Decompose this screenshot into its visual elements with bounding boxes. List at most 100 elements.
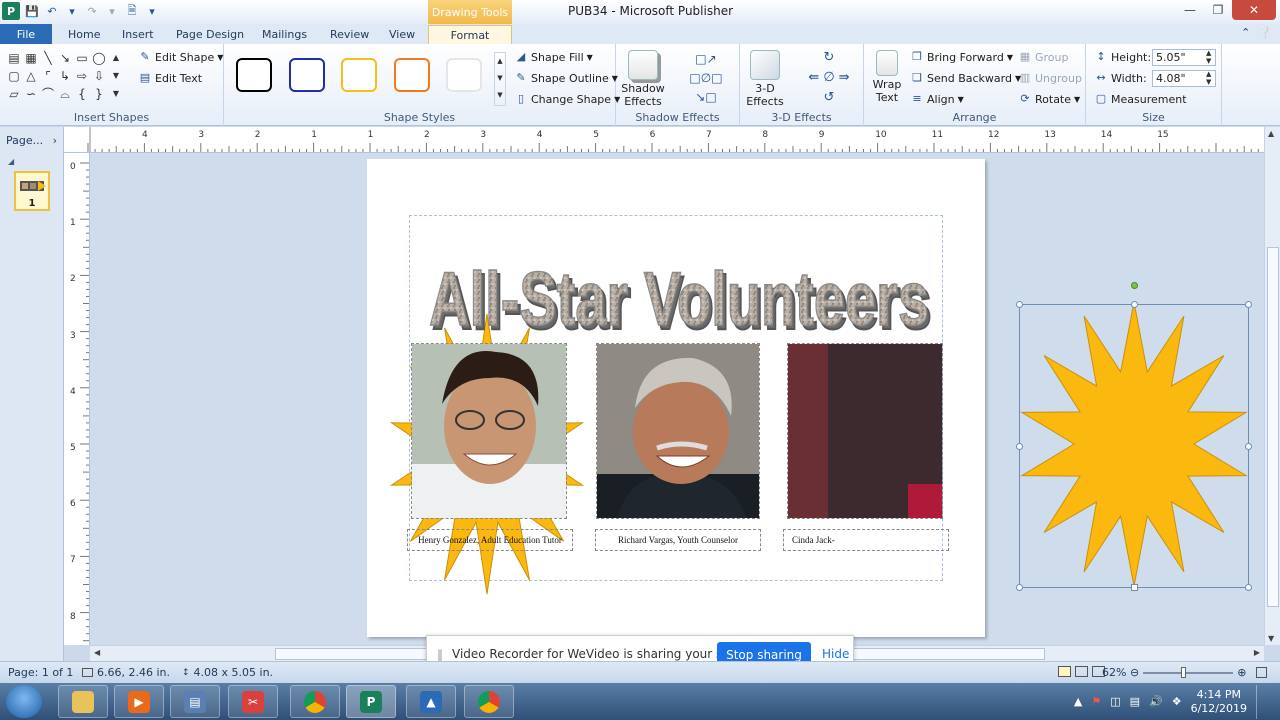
tilt-down-icon[interactable]: ↺ <box>798 88 860 108</box>
volume-icon[interactable]: 🔊 <box>1149 695 1163 708</box>
customize-qat-icon[interactable]: ▾ <box>144 3 160 19</box>
show-hidden-icons-icon[interactable]: ▲ <box>1074 695 1082 708</box>
scroll-down-icon[interactable]: ▼ <box>1268 634 1274 643</box>
undo-dropdown-icon[interactable]: ▾ <box>64 3 80 19</box>
width-spinner-icon[interactable]: ▲ ▼ <box>1206 70 1211 86</box>
line-shape-icon[interactable]: ╲ <box>40 50 56 66</box>
drag-grip-icon[interactable]: ‖ <box>437 648 443 662</box>
arrow-line-shape-icon[interactable]: ↘ <box>57 50 73 66</box>
fit-window-icon[interactable] <box>1256 667 1268 678</box>
send-backward-button[interactable]: ❏ Send Backward ▼ <box>910 71 1021 85</box>
style-swatch-blue[interactable] <box>289 58 325 92</box>
wrap-text-button[interactable]: Wrap Text <box>864 50 910 104</box>
vertical-scrollbar[interactable]: ▲ ▼ <box>1264 127 1280 645</box>
hide-banner-button[interactable]: Hide <box>822 647 849 661</box>
freeform-shape-icon[interactable]: ▱ <box>6 86 22 102</box>
caption-richard[interactable]: Richard Vargas, Youth Counselor <box>595 529 761 551</box>
redo-icon[interactable]: ↷ <box>84 3 100 19</box>
shape-outline-button[interactable]: ✎ Shape Outline ▼ <box>514 71 618 85</box>
nudge-shadow-down-icon[interactable]: ↘□ <box>678 88 734 107</box>
right-brace-shape-icon[interactable]: } <box>91 86 107 102</box>
resize-handle-n[interactable] <box>1131 301 1138 308</box>
tab-insert[interactable]: Insert <box>122 25 154 44</box>
rotate-handle[interactable] <box>1131 282 1138 289</box>
style-swatch-yellow[interactable] <box>341 58 377 92</box>
resize-handle-ne[interactable] <box>1245 301 1252 308</box>
vertical-scroll-thumb[interactable] <box>1267 247 1279 607</box>
tab-mailings[interactable]: Mailings <box>262 25 307 44</box>
zoom-out-icon[interactable]: ⊖ <box>1130 666 1139 679</box>
arc-shape-icon[interactable]: ⌓ <box>57 86 73 102</box>
save-icon[interactable]: 💾 <box>24 3 40 19</box>
taskbar-chrome-2[interactable] <box>464 685 514 718</box>
style-swatch-gray[interactable] <box>446 58 482 92</box>
dropbox-icon[interactable]: ❖ <box>1172 695 1182 708</box>
scroll-right-icon[interactable]: ▶ <box>1254 648 1260 657</box>
minimize-ribbon-icon[interactable]: ⌃ <box>1241 26 1250 39</box>
gallery-up-icon[interactable]: ▲ <box>108 50 124 66</box>
redo-dropdown-icon[interactable]: ▾ <box>104 3 120 19</box>
horizontal-ruler[interactable]: 4 3 2 1 1 2 3 4 5 6 7 8 9 10 11 12 13 14 15 <box>64 127 1264 153</box>
close-button[interactable]: ✕ <box>1232 0 1276 20</box>
undo-icon[interactable]: ↶ <box>44 3 60 19</box>
elbow-arrow-icon[interactable]: ↳ <box>57 68 73 84</box>
publication-page[interactable]: All-Star Volunteers All-Star Volunteers <box>367 159 1252 637</box>
tray-app-icon[interactable]: ◫ <box>1110 695 1120 708</box>
start-button[interactable] <box>6 685 42 718</box>
change-shape-button[interactable]: ▯ Change Shape ▼ <box>514 92 620 106</box>
shadow-effects-button[interactable]: Shadow Effects <box>620 50 666 108</box>
minimize-button[interactable]: — <box>1176 0 1204 20</box>
measurement-button[interactable]: ▢ Measurement <box>1094 92 1187 106</box>
scroll-up-icon[interactable]: ▲ <box>1268 129 1274 138</box>
taskbar-publisher[interactable]: P <box>346 685 396 718</box>
selection-frame[interactable] <box>1016 282 1252 591</box>
page-thumbnail[interactable]: 1 <box>14 171 50 211</box>
triangle-shape-icon[interactable]: △ <box>23 68 39 84</box>
taskbar-snipping-tool[interactable]: ✂ <box>228 685 278 718</box>
document-workspace[interactable]: All-Star Volunteers All-Star Volunteers <box>90 153 1264 645</box>
tab-view[interactable]: View <box>389 25 415 44</box>
wordart-title[interactable]: All-Star Volunteers All-Star Volunteers <box>423 227 935 337</box>
taskbar-app-7[interactable]: ▲ <box>406 685 456 718</box>
resize-handle-sw[interactable] <box>1016 584 1023 591</box>
resize-handle-w[interactable] <box>1016 443 1023 450</box>
style-swatch-orange[interactable] <box>394 58 430 92</box>
shadow-on-off-icon[interactable]: □∅□ <box>678 69 734 88</box>
page-indicator[interactable]: Page: 1 of 1 <box>8 666 73 679</box>
nudge-shadow-up-icon[interactable]: □↗ <box>678 50 734 69</box>
taskbar-chrome-1[interactable] <box>290 685 340 718</box>
edit-text-button[interactable]: ▤ Edit Text <box>138 71 202 85</box>
rectangle-shape-icon[interactable]: ▭ <box>74 50 90 66</box>
rounded-rect-shape-icon[interactable]: ▢ <box>6 68 22 84</box>
caption-henry[interactable]: Henry Gonzalez, Adult Education Tutor <box>407 529 573 551</box>
align-button[interactable]: ≡ Align ▼ <box>910 92 963 106</box>
tab-review[interactable]: Review <box>330 25 369 44</box>
zoom-slider[interactable]: ⊖ ⊕ <box>1130 666 1268 679</box>
collapse-pane-icon[interactable]: › <box>53 134 57 147</box>
edit-shape-button[interactable]: ✎ Edit Shape ▼ <box>138 50 223 64</box>
right-arrow-shape-icon[interactable]: ⇨ <box>74 68 90 84</box>
oval-shape-icon[interactable]: ◯ <box>91 50 107 66</box>
show-desktop-button[interactable] <box>1256 684 1264 719</box>
curve-shape-icon[interactable]: ⌒ <box>40 86 56 102</box>
zoom-track[interactable] <box>1143 666 1234 678</box>
tab-page-design[interactable]: Page Design <box>176 25 244 44</box>
ungroup-button[interactable]: ▥ Ungroup <box>1018 71 1082 85</box>
styles-gallery-scroll[interactable]: ▲ ▼ ▼ <box>494 52 506 106</box>
print-preview-icon[interactable]: 🗎 <box>124 3 140 19</box>
caption-cinda[interactable]: Cinda Jack- <box>783 529 949 551</box>
resize-handle-se[interactable] <box>1245 584 1252 591</box>
photo-richard-vargas[interactable] <box>596 343 760 519</box>
gallery-more-icon[interactable]: ▼ <box>108 86 124 102</box>
photo-cinda-jack[interactable] <box>787 343 943 519</box>
single-page-view-icon[interactable] <box>1058 666 1071 677</box>
help-icon[interactable]: ❔ <box>1258 26 1272 39</box>
three-d-effects-button[interactable]: 3-D Effects <box>742 50 788 108</box>
tab-home[interactable]: Home <box>68 25 100 44</box>
taskbar-app-3[interactable]: ▤ <box>170 685 220 718</box>
bring-forward-button[interactable]: ❐ Bring Forward ▼ <box>910 50 1013 64</box>
left-brace-shape-icon[interactable]: { <box>74 86 90 102</box>
shape-fill-button[interactable]: ◢ Shape Fill ▼ <box>514 50 593 64</box>
network-icon[interactable]: ▤ <box>1130 695 1140 708</box>
photo-henry-gonzalez[interactable] <box>411 343 567 519</box>
